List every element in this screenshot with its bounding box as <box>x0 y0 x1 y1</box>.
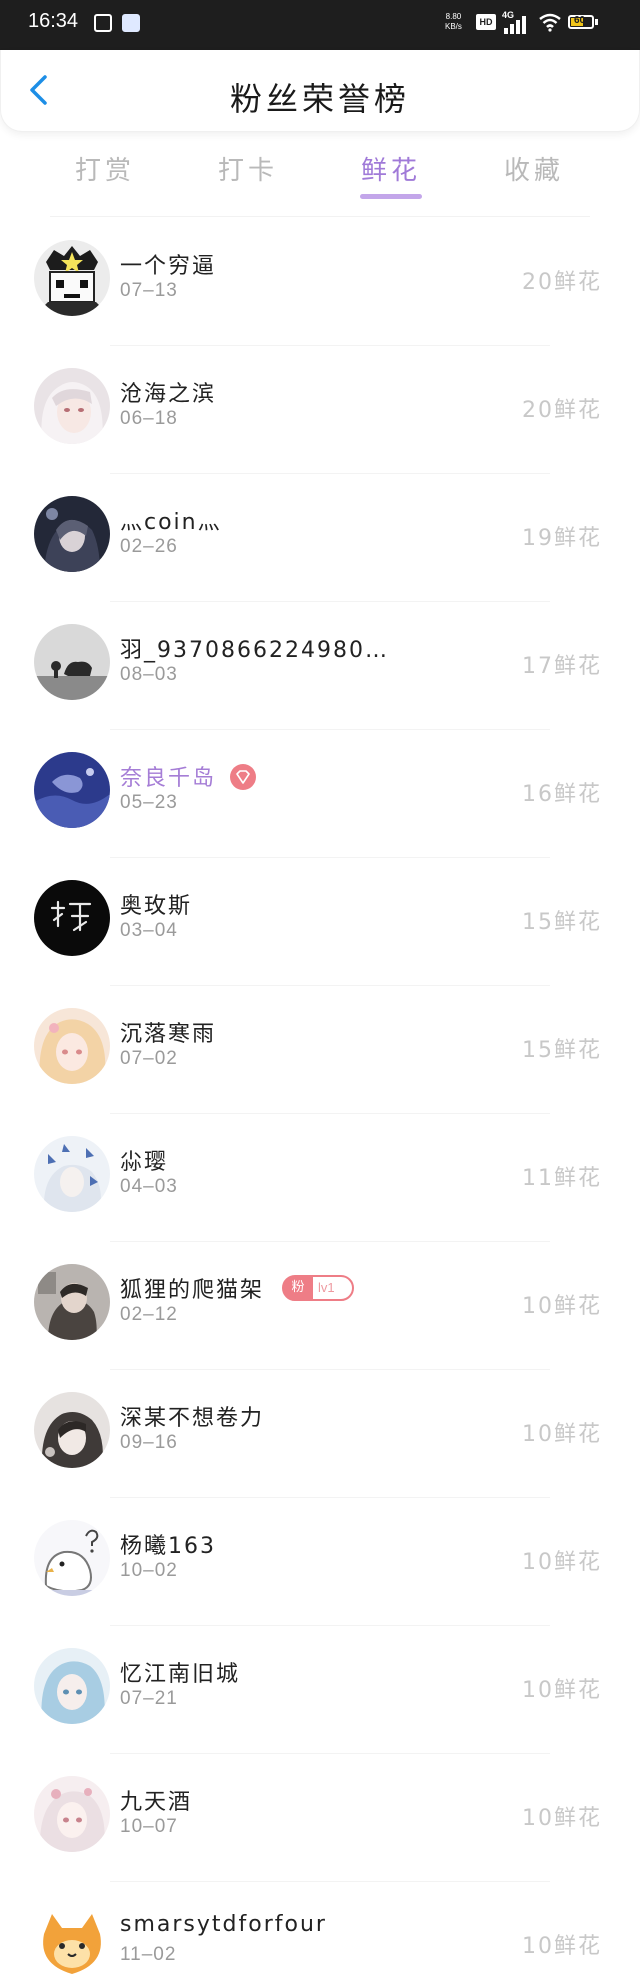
fan-name: 羽_9370866224980… <box>120 638 389 663</box>
fan-date: 03–04 <box>120 920 178 941</box>
fan-date: 10–07 <box>120 1816 178 1837</box>
list-item[interactable]: 羽_9370866224980… 08–03 17鲜花 <box>0 602 640 730</box>
fan-date: 09–16 <box>120 1432 178 1453</box>
avatar <box>34 1520 110 1596</box>
flower-count: 20鲜花 <box>522 398 602 423</box>
wifi-icon <box>539 13 561 32</box>
list-item[interactable]: 尛璎 04–03 11鲜花 <box>0 1114 640 1242</box>
fan-date: 07–21 <box>120 1688 178 1709</box>
fan-name: smarsytdforfour <box>120 1912 327 1937</box>
fan-name: 奥玫斯 <box>120 894 193 919</box>
flower-count: 17鲜花 <box>522 654 602 679</box>
fan-date: 05–23 <box>120 792 178 813</box>
fan-date: 02–26 <box>120 536 178 557</box>
network-speed-value: 8.80 <box>445 12 462 21</box>
fan-date: 07–13 <box>120 280 178 301</box>
flower-count: 10鲜花 <box>522 1806 602 1831</box>
tabs-divider <box>50 216 590 217</box>
fan-name: 一个穷逼 <box>120 254 217 279</box>
network-speed-unit: KB/s <box>445 22 462 31</box>
flower-count: 10鲜花 <box>522 1678 602 1703</box>
fan-name: 忆江南旧城 <box>120 1662 241 1687</box>
fan-date: 02–12 <box>120 1304 178 1325</box>
flower-count: 10鲜花 <box>522 1550 602 1575</box>
fan-name: 沉落寒雨 <box>120 1022 217 1047</box>
avatar <box>34 880 110 956</box>
tab-reward[interactable]: 打赏 <box>50 150 160 200</box>
network-type: 4G <box>502 10 515 20</box>
fan-date: 08–03 <box>120 664 178 685</box>
avatar <box>34 1392 110 1468</box>
fan-name: 灬coin灬 <box>120 510 222 535</box>
list-item[interactable]: 杨曦163 10–02 10鲜花 <box>0 1498 640 1626</box>
fan-name: 奈良千岛 <box>120 766 217 791</box>
flower-count: 10鲜花 <box>522 1294 602 1319</box>
list-item[interactable]: 九天酒 10–07 10鲜花 <box>0 1754 640 1882</box>
flower-count: 11鲜花 <box>522 1166 602 1191</box>
flower-count: 16鲜花 <box>522 782 602 807</box>
avatar <box>34 624 110 700</box>
fan-date: 11–02 <box>120 1944 177 1965</box>
avatar <box>34 1776 110 1852</box>
list-item[interactable]: 奈良千岛 05–23 16鲜花 <box>0 730 640 858</box>
tab-favorites[interactable]: 收藏 <box>479 150 589 200</box>
flower-count: 10鲜花 <box>522 1422 602 1447</box>
list-item[interactable]: 狐狸的爬猫架 粉 lv1 02–12 10鲜花 <box>0 1242 640 1370</box>
hd-icon: HD <box>476 14 496 30</box>
flower-count: 15鲜花 <box>522 910 602 935</box>
battery-level: 60 <box>574 15 586 26</box>
page-title: 粉丝荣誉榜 <box>229 80 410 118</box>
tab-bar: 打赏 打卡 鲜花 收藏 <box>0 150 640 210</box>
fan-name: 狐狸的爬猫架 <box>120 1278 265 1303</box>
diamond-badge-icon <box>230 764 256 790</box>
list-item[interactable]: smarsytdforfour 11–02 10鲜花 <box>0 1882 640 1988</box>
avatar <box>34 496 110 572</box>
active-tab-indicator <box>360 194 422 199</box>
list-item[interactable]: 沉落寒雨 07–02 15鲜花 <box>0 986 640 1114</box>
list-item[interactable]: 深某不想卷力 09–16 10鲜花 <box>0 1370 640 1498</box>
avatar <box>34 1264 110 1340</box>
fan-name: 九天酒 <box>120 1790 193 1815</box>
fan-name: 深某不想卷力 <box>120 1406 265 1431</box>
list-item[interactable]: 奥玫斯 03–04 15鲜花 <box>0 858 640 986</box>
fan-badge-label: 粉 <box>283 1276 313 1300</box>
flower-count: 10鲜花 <box>522 1934 602 1959</box>
list-item[interactable]: 灬coin灬 02–26 19鲜花 <box>0 474 640 602</box>
list-item[interactable]: 忆江南旧城 07–21 10鲜花 <box>0 1626 640 1754</box>
fan-name: 杨曦163 <box>120 1534 216 1559</box>
avatar <box>34 1008 110 1084</box>
avatar <box>34 752 110 828</box>
tab-flowers[interactable]: 鲜花 <box>336 150 446 200</box>
flower-count: 15鲜花 <box>522 1038 602 1063</box>
fan-badge-level: lv1 <box>318 1280 335 1295</box>
network-speed: 8.80 KB/s <box>445 12 462 32</box>
app-notification-icon <box>122 14 140 32</box>
signal-icon: 4G <box>502 10 530 34</box>
list-item[interactable]: 一个穷逼 07–13 20鲜花 <box>0 218 640 346</box>
fan-date: 07–02 <box>120 1048 178 1069</box>
fan-name: 沧海之滨 <box>120 382 217 407</box>
avatar <box>34 1136 110 1212</box>
tab-checkin[interactable]: 打卡 <box>193 150 303 200</box>
fan-name: 尛璎 <box>120 1150 169 1175</box>
fan-date: 10–02 <box>120 1560 178 1581</box>
avatar <box>34 240 110 316</box>
notification-icon <box>94 14 112 32</box>
fan-list: 一个穷逼 07–13 20鲜花 沧海之滨 06–18 20鲜花 灬coin灬 0… <box>0 218 640 1988</box>
fan-level-badge: 粉 lv1 <box>282 1275 354 1301</box>
flower-count: 20鲜花 <box>522 270 602 295</box>
avatar <box>34 368 110 444</box>
battery-icon: 60 <box>568 15 594 29</box>
header: 粉丝荣誉榜 <box>0 50 640 132</box>
avatar <box>34 1904 110 1980</box>
fan-date: 04–03 <box>120 1176 178 1197</box>
fan-date: 06–18 <box>120 408 178 429</box>
status-bar: 16:34 8.80 KB/s HD 4G 60 <box>0 0 640 50</box>
list-item[interactable]: 沧海之滨 06–18 20鲜花 <box>0 346 640 474</box>
avatar <box>34 1648 110 1724</box>
status-time: 16:34 <box>28 10 79 32</box>
flower-count: 19鲜花 <box>522 526 602 551</box>
battery-tip <box>595 19 598 25</box>
